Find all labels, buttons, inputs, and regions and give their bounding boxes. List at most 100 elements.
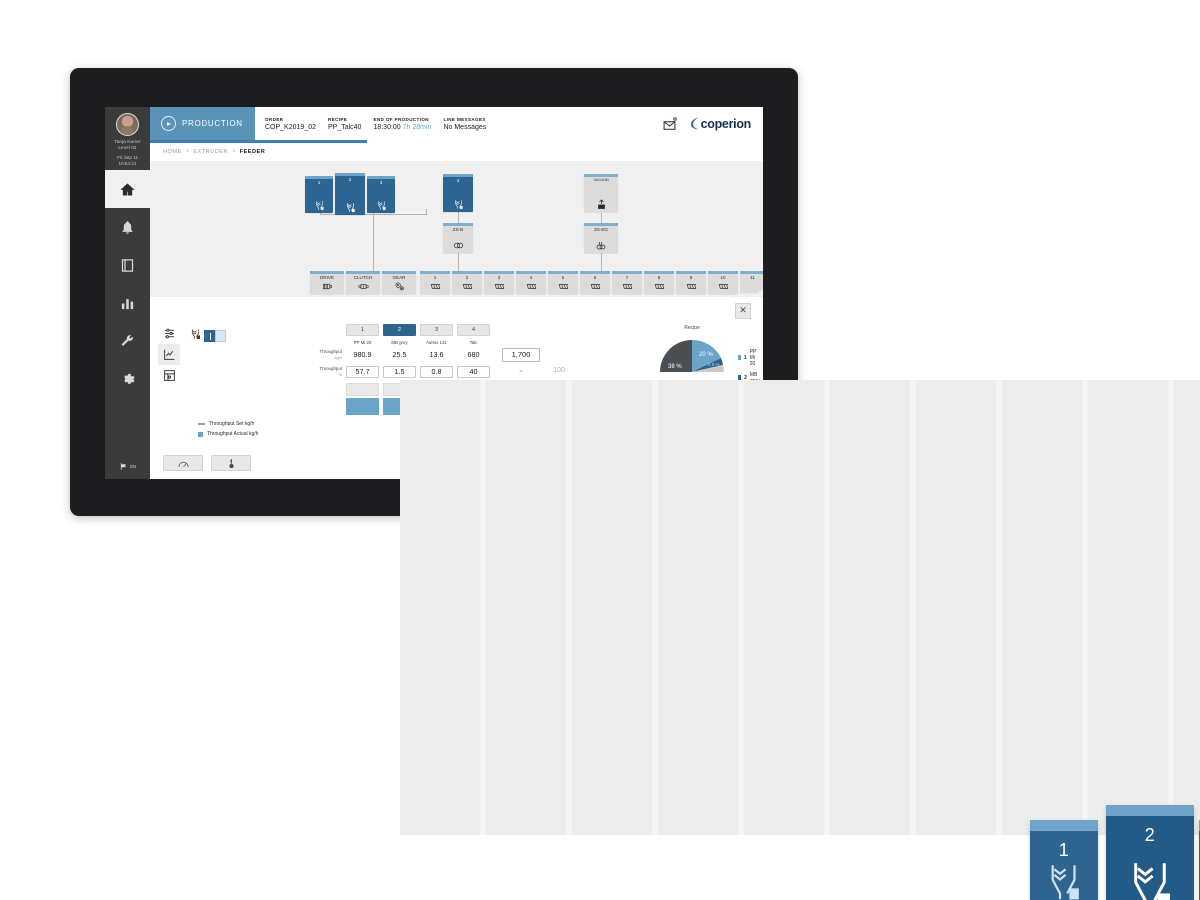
extruder-barrel-9[interactable]: 9	[676, 270, 706, 294]
throughput-kgh-1: 980.9	[353, 350, 372, 359]
module-glyph	[584, 198, 618, 210]
module-label: 2	[465, 275, 469, 280]
module-vacuum[interactable]: VACUUM	[584, 173, 618, 212]
module-label: 7	[625, 275, 629, 280]
module-cap	[310, 270, 344, 274]
sidebar-nav: EN	[105, 170, 150, 479]
feeder-module-2[interactable]: 2	[335, 172, 365, 215]
breadcrumb-item-extruder[interactable]: EXTRUDER	[193, 149, 228, 155]
module-label: 4	[529, 275, 533, 280]
legend-square-marker	[198, 431, 203, 437]
module-glyph	[612, 281, 642, 292]
feeder-label: 2	[348, 177, 352, 182]
feeder-label: 1	[317, 180, 321, 185]
feeder-toggle-segments[interactable]	[204, 329, 226, 342]
overlay-feeder-2[interactable]: 2	[1106, 805, 1194, 900]
sidebar-item-home[interactable]	[105, 170, 150, 208]
extruder-barrel-10[interactable]: 10	[708, 270, 738, 294]
throughput-pct-4[interactable]: 40	[457, 365, 490, 378]
detail-tool-strip	[158, 322, 180, 386]
extruder-die-11[interactable]: 11	[740, 270, 763, 294]
throughput-chart-legend: Throughput Set kg/h Throughput Actual kg…	[198, 421, 258, 441]
throughput-pct-3[interactable]: 0.8	[420, 365, 453, 378]
throughput-pct-1[interactable]: 57.7	[346, 365, 379, 378]
material-tab-2[interactable]: 2	[383, 323, 416, 336]
header-field-recipe: RECIPE PP_Talc40	[328, 117, 373, 131]
module-label: 9	[689, 275, 693, 280]
connector	[601, 252, 603, 271]
extruder-module-clutch[interactable]: CLUTCH	[346, 270, 380, 294]
feeder-icon	[190, 327, 201, 345]
module-cap	[452, 270, 482, 274]
gauge-button[interactable]	[163, 455, 203, 471]
sidebar-item-trends[interactable]	[105, 284, 150, 322]
module-cap	[1030, 820, 1098, 831]
gauge-icon	[178, 461, 188, 467]
legend-line-marker	[198, 423, 205, 425]
sidebar-item-settings[interactable]	[105, 360, 150, 398]
module-glyph	[420, 281, 450, 292]
module-zs-eg[interactable]: ZS-EG	[584, 222, 618, 253]
overlay-feeder-1[interactable]: 1	[1030, 820, 1098, 900]
feeder-module-1[interactable]: 1	[305, 175, 333, 213]
feeder-selector[interactable]	[190, 327, 226, 345]
extruder-barrel-5[interactable]: 5	[548, 270, 578, 294]
recipe-label-2: 2.5 %	[708, 362, 720, 367]
extruder-barrel-7[interactable]: 7	[612, 270, 642, 294]
language-selector[interactable]: EN	[105, 462, 150, 471]
module-cap	[740, 270, 763, 274]
header-field-line-messages: LINE MESSAGES No Messages	[443, 117, 498, 131]
feeder-module-3[interactable]: 3	[367, 175, 395, 213]
feeder-module-4[interactable]: 4	[443, 173, 473, 212]
throughput-total-kgh[interactable]: 1,700	[502, 347, 540, 362]
material-name-4: Talc	[469, 339, 478, 345]
module-cap	[580, 270, 610, 274]
tab-production[interactable]: PRODUCTION	[150, 107, 255, 140]
tool-sliders-button[interactable]	[158, 322, 180, 344]
throughput-pct-2[interactable]: 1.5	[383, 365, 416, 378]
overlay-feeder-glyph	[1030, 862, 1098, 900]
extruder-module-gear[interactable]: GEAR	[382, 270, 416, 294]
tool-trend-button[interactable]	[158, 343, 180, 365]
screw-element-icon	[686, 283, 696, 289]
extruder-barrel-4[interactable]: 4	[516, 270, 546, 294]
material-tab-1[interactable]: 1	[346, 323, 379, 336]
feeder-toggle-seg-1[interactable]	[204, 329, 215, 342]
module-label: ZS-EG	[593, 227, 609, 232]
tool-settings-button[interactable]	[158, 364, 180, 386]
extruder-barrel-2[interactable]: 2	[452, 270, 482, 294]
breadcrumb: HOME > EXTRUDER > FEEDER	[150, 142, 763, 161]
extruder-barrel-1[interactable]: 1	[420, 270, 450, 294]
wrench-icon	[121, 334, 134, 346]
screw-element-icon	[430, 283, 440, 289]
sliders-icon	[164, 328, 174, 338]
user-name-line2: Level 02	[118, 145, 137, 150]
avatar[interactable]	[116, 113, 139, 136]
module-glyph	[548, 281, 578, 292]
module-zs-b[interactable]: ZS-B	[443, 222, 473, 253]
module-cap	[516, 270, 546, 274]
extruder-barrel-3[interactable]: 3	[484, 270, 514, 294]
header-field-order: ORDER COP_K2019_02	[265, 117, 328, 131]
messages-button[interactable]	[663, 117, 677, 130]
recipe-half-donut: 38 % 20 % 2.5 %	[660, 339, 724, 372]
extruder-barrel-6[interactable]: 6	[580, 270, 610, 294]
feeder-toggle-seg-2[interactable]	[215, 329, 226, 342]
thermometer-button[interactable]	[211, 455, 251, 471]
breadcrumb-separator: >	[185, 148, 190, 155]
sidebar-item-maintenance[interactable]	[105, 322, 150, 360]
sidebar-item-recipes[interactable]	[105, 246, 150, 284]
breadcrumb-item-home[interactable]: HOME	[163, 149, 182, 155]
breadcrumb-separator: >	[232, 148, 236, 155]
sidebar-item-alarms[interactable]	[105, 208, 150, 246]
module-label: 5	[561, 275, 565, 280]
eop-label: END OF PRODUCTION	[373, 116, 429, 122]
material-tab-4[interactable]: 4	[457, 323, 490, 336]
extruder-module-drive[interactable]: DRIVE	[310, 270, 344, 294]
close-icon[interactable]: ✕	[735, 302, 751, 319]
material-tab-3[interactable]: 3	[420, 323, 453, 336]
module-glyph	[644, 281, 674, 292]
throughput-total-pct: 100	[553, 367, 565, 374]
recipe-label-1: 20 %	[699, 352, 713, 358]
extruder-barrel-8[interactable]: 8	[644, 270, 674, 294]
